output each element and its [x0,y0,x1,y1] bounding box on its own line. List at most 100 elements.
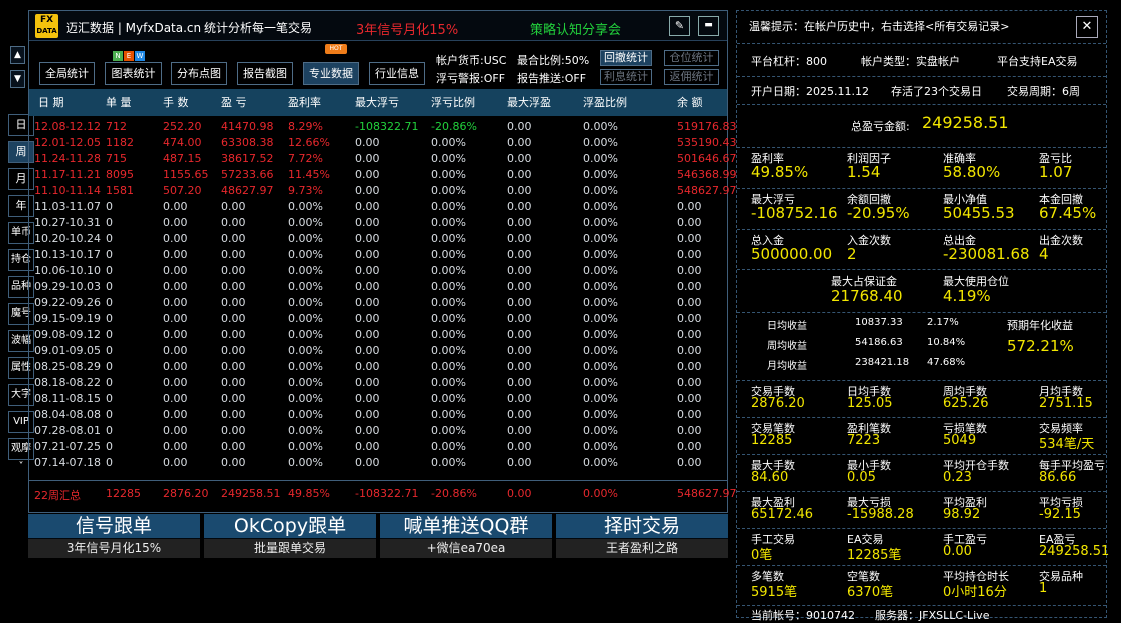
table-cell: 0.00 [507,296,532,309]
minimize-icon[interactable]: ▬ [698,16,719,36]
table-row[interactable]: 11.10-11.14 1581 507.20 48627.97 9.73% 0.00 0.… [29,183,737,199]
table-row[interactable]: 11.17-11.21 8095 1155.65 57233.66 11.45% 0.00… [29,167,737,183]
table-row[interactable]: 09.29-10.03 0 0.00 0.00 0.00% 0.00 0.00% 0.00 0.… [29,279,727,295]
table-cell: 08.11-08.15 [34,392,101,405]
table-cell: 0.00 [163,216,188,229]
table-row[interactable]: 09.08-09.12 0 0.00 0.00 0.00% 0.00 0.00% 0.00 0.… [29,327,727,343]
summary-cell: 12285 [106,487,141,500]
column-header-5[interactable]: 最大浮亏 [355,94,399,110]
table-row[interactable]: 07.28-08.01 0 0.00 0.00 0.00% 0.00 0.00% 0.00 0.… [29,423,727,439]
table-row[interactable]: 11.24-11.28 715 487.15 38617.52 7.72% 0.00 0.0… [29,151,737,167]
table-cell: 0.00 [507,376,532,389]
toolbar-button[interactable]: 全局统计 [39,62,95,85]
position-stats-button[interactable]: 仓位统计 [664,50,719,66]
table-cell: 0.00% [583,280,618,293]
column-header-7[interactable]: 最大浮盈 [507,94,551,110]
table-row[interactable]: 10.20-10.24 0 0.00 0.00 0.00% 0.00 0.00% 0.00 0.… [29,231,727,247]
table-row[interactable]: 12.08-12.12 712 252.20 41470.98 8.29% -108322… [29,119,737,135]
table-row[interactable]: 07.14-07.18 0 0.00 0.00 0.00% 0.00 0.00% 0.00 0.… [29,455,727,471]
table-cell: 0.00 [355,328,380,341]
column-header-4[interactable]: 盈利率 [288,94,321,110]
return-label: 日均收益 [767,321,807,332]
table-row[interactable]: 07.21-07.25 0 0.00 0.00 0.00% 0.00 0.00% 0.00 0.… [29,439,727,455]
table-row[interactable]: 08.18-08.22 0 0.00 0.00 0.00% 0.00 0.00% 0.00 0.… [29,375,727,391]
edit-icon[interactable]: ✎ [669,16,690,36]
table-cell: 0.00% [288,280,323,293]
trade-cycle: 交易周期：6周 [1007,85,1080,98]
column-header-9[interactable]: 余 额 [677,94,703,110]
table-cell: 0.00% [431,424,466,437]
grid2-value: 0.05 [847,470,876,485]
table-row[interactable]: 09.01-09.05 0 0.00 0.00 0.00% 0.00 0.00% 0.00 0.… [29,343,727,359]
table-cell: 41470.98 [221,120,274,133]
promo-button[interactable]: 喊单推送QQ群 +微信ea70ea [380,514,552,558]
grid2-value: 1 [1039,581,1048,596]
column-header-6[interactable]: 浮亏比例 [431,94,475,110]
table-cell: -20.86% [431,120,477,133]
table-row[interactable]: 09.15-09.19 0 0.00 0.00 0.00% 0.00 0.00% 0.00 0.… [29,311,727,327]
column-header-3[interactable]: 盈 亏 [221,94,247,110]
table-row[interactable]: 09.22-09.26 0 0.00 0.00 0.00% 0.00 0.00% 0.00 0.… [29,295,727,311]
table-cell: 0.00% [583,136,618,149]
share-link[interactable]: 策略认知分享会 [530,19,621,38]
withdraw-stats-button[interactable]: 回撤统计 [600,50,652,66]
close-icon[interactable]: ✕ [1076,16,1098,38]
toolbar-button[interactable]: 行业信息 [369,62,425,85]
table-row[interactable]: 08.11-08.15 0 0.00 0.00 0.00% 0.00 0.00% 0.00 0.… [29,391,727,407]
hot-badge: HOT [325,44,347,54]
stats-panel: 温馨提示：在帐户历史中，右击选择<所有交易记录> ✕ 平台杠杆：800 帐户类型… [736,10,1109,622]
table-cell: 0.00% [583,152,618,165]
table-cell: 0.00 [507,248,532,261]
scroll-up-icon[interactable]: ▲ [10,46,25,64]
table-cell: 07.21-07.25 [34,440,101,453]
table-cell: 0.00 [221,280,246,293]
table-row[interactable]: 12.01-12.05 1182 474.00 63308.38 12.66% 0.00 0… [29,135,737,151]
table-row[interactable]: 10.27-10.31 0 0.00 0.00 0.00% 0.00 0.00% 0.00 0.… [29,215,727,231]
table-cell: 0.00 [355,360,380,373]
slogan: 统计分析每一笔交易 [204,21,313,35]
table-row[interactable]: 10.13-10.17 0 0.00 0.00 0.00% 0.00 0.00% 0.00 0.… [29,247,727,263]
table-cell: 12.08-12.12 [34,120,101,133]
table-row[interactable]: 11.03-11.07 0 0.00 0.00 0.00% 0.00 0.00% 0.00 0.… [29,199,727,215]
table-cell: 1581 [106,184,134,197]
grid1-value: 58.80% [943,163,1001,181]
grid2-value: 98.92 [943,507,981,522]
toolbar-button[interactable]: 图表统计 [105,62,162,85]
table-cell: 0.00% [288,248,323,261]
table-row[interactable]: 08.25-08.29 0 0.00 0.00 0.00% 0.00 0.00% 0.00 0.… [29,359,727,375]
table-cell: 0.00 [163,248,188,261]
promo-button[interactable]: 择时交易 王者盈利之路 [556,514,728,558]
promo-link[interactable]: 3年信号月化15% [356,19,458,38]
promo-button[interactable]: OkCopy跟单 批量跟单交易 [204,514,376,558]
summary-cell: 22周汇总 [34,489,81,502]
table-cell: 0.00% [288,440,323,453]
promo-button[interactable]: 信号跟单 3年信号月化15% [28,514,200,558]
table-cell: 08.25-08.29 [34,360,101,373]
table-cell: 11.10-11.14 [34,184,101,197]
table-cell: 0 [106,376,113,389]
table-cell: 0.00% [583,184,618,197]
grid2-value: 2751.15 [1039,396,1093,411]
column-header-8[interactable]: 浮盈比例 [583,94,627,110]
scroll-down-icon[interactable]: ▼ [10,70,25,88]
toolbar-button[interactable]: 专业数据 [303,62,359,85]
table-cell: 0.00 [163,376,188,389]
toolbar-button[interactable]: 分布点图 [171,62,227,85]
table-cell: 0 [106,200,113,213]
column-header-2[interactable]: 手 数 [163,94,189,110]
table-row[interactable]: 10.06-10.10 0 0.00 0.00 0.00% 0.00 0.00% 0.00 0.… [29,263,727,279]
column-header-1[interactable]: 单 量 [106,94,132,110]
table-cell: 0.00 [355,376,380,389]
table-row[interactable]: 08.04-08.08 0 0.00 0.00 0.00% 0.00 0.00% 0.00 0.… [29,407,727,423]
interest-stats-button[interactable]: 利息统计 [600,69,652,85]
return-pct: 10.84% [927,337,966,348]
grid2-value: -92.15 [1039,507,1081,522]
table-cell: 0.00 [355,392,380,405]
toolbar-button[interactable]: 报告截图 [237,62,293,85]
promo-subtitle: 3年信号月化15% [28,539,200,558]
table-cell: 0.00% [431,392,466,405]
table-cell: 0.00 [221,344,246,357]
table-cell: 0.00 [163,264,188,277]
rebate-stats-button[interactable]: 返佣统计 [664,69,719,85]
column-header-0[interactable]: 日 期 [38,94,64,110]
